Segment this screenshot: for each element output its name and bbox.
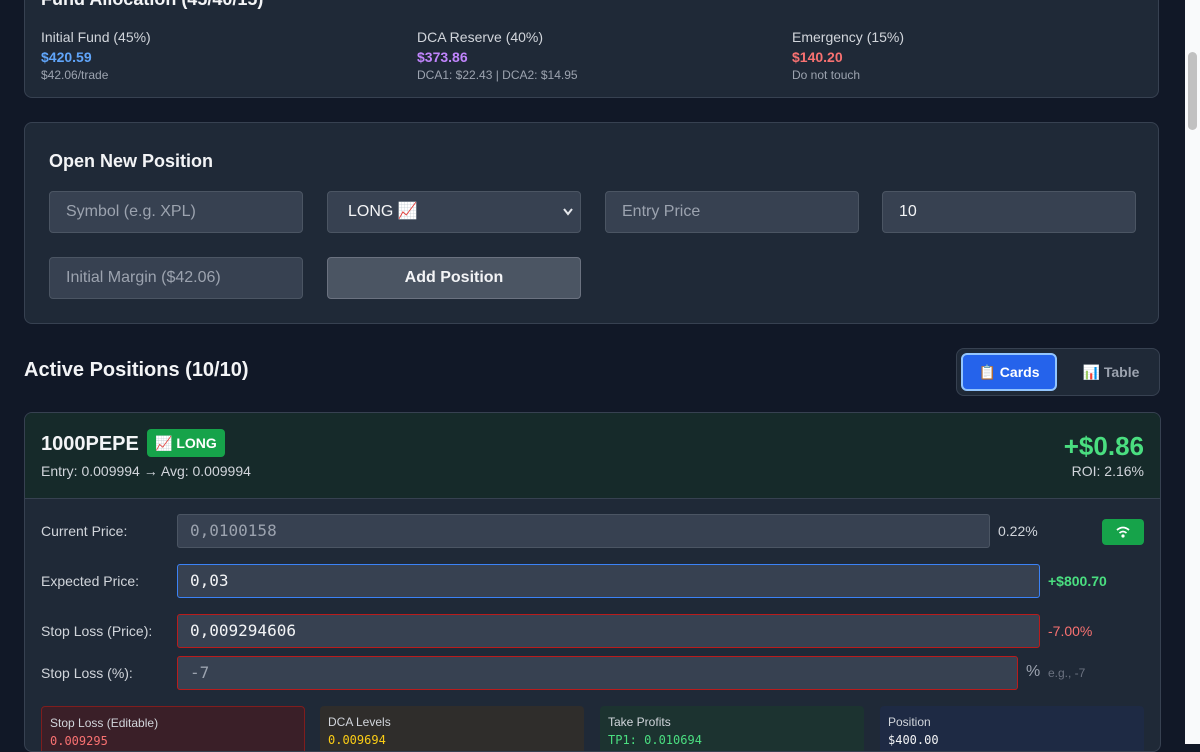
side-select-value: LONG 📈 — [348, 203, 418, 220]
expected-price-label: Expected Price: — [41, 573, 140, 589]
stop-loss-price-input[interactable]: 0,009294606 — [177, 614, 1040, 648]
fund-allocation-title: Fund Allocation (45/40/15) — [41, 0, 263, 10]
stop-loss-price-label: Stop Loss (Price): — [41, 623, 153, 639]
table-view-button[interactable]: 📊 Table — [1065, 353, 1157, 391]
initial-fund-label: Initial Fund (45%) — [41, 29, 151, 45]
take-profits-value: TP1: 0.010694 — [608, 733, 702, 747]
dca-levels-box: DCA Levels 0.009694 — [320, 706, 584, 751]
stop-loss-percent-input[interactable]: -7 — [177, 656, 1018, 690]
initial-fund-sub: $42.06/trade — [41, 68, 109, 82]
stop-loss-pct-change: -7.00% — [1048, 623, 1093, 639]
stop-loss-box-label: Stop Loss (Editable) — [50, 716, 159, 730]
position-size-label: Position — [888, 715, 931, 729]
position-size-box: Position $400.00 — [880, 706, 1144, 751]
dca-levels-value: 0.009694 — [328, 733, 386, 747]
take-profits-label: Take Profits — [608, 715, 671, 729]
emergency-amount: $140.20 — [792, 49, 843, 65]
position-size-value: $400.00 — [888, 733, 939, 747]
dca-reserve: DCA Reserve (40%) $373.86 DCA1: $22.43 |… — [417, 29, 578, 82]
active-positions-title: Active Positions (10/10) — [24, 359, 249, 381]
open-position-title: Open New Position — [49, 151, 214, 171]
expected-profit: +$800.70 — [1048, 573, 1107, 589]
entry-price-input[interactable]: Entry Price — [605, 191, 859, 233]
current-price-input[interactable]: 0,0100158 — [177, 514, 990, 548]
open-position-panel: Open New Position Symbol (e.g. XPL) LONG… — [24, 122, 1159, 324]
page-scrollbar[interactable] — [1185, 0, 1200, 744]
emergency-fund: Emergency (15%) $140.20 Do not touch — [792, 29, 904, 82]
add-position-button[interactable]: Add Position — [327, 257, 581, 299]
position-card-header: 1000PEPE 📈 LONG Entry: 0.009994 → Avg: 0… — [25, 413, 1160, 499]
position-card: 1000PEPE 📈 LONG Entry: 0.009994 → Avg: 0… — [24, 412, 1161, 752]
stop-loss-box: Stop Loss (Editable) 0.009295 — [41, 706, 305, 751]
emergency-label: Emergency (15%) — [792, 29, 905, 45]
take-profits-box: Take Profits TP1: 0.010694 — [600, 706, 864, 751]
view-toggle: 📋 Cards 📊 Table — [956, 348, 1160, 396]
position-roi: ROI: 2.16% — [1071, 463, 1144, 479]
stop-loss-box-value: 0.009295 — [50, 734, 108, 748]
position-symbol: 1000PEPE — [41, 433, 139, 455]
percent-unit: % — [1026, 663, 1041, 680]
entry-average-line: Entry: 0.009994 → Avg: 0.009994 — [41, 463, 251, 479]
wifi-icon — [1102, 526, 1144, 549]
dca-reserve-sub: DCA1: $22.43 | DCA2: $14.95 — [417, 68, 578, 82]
live-price-button[interactable] — [1102, 519, 1144, 545]
leverage-input[interactable]: 10 — [882, 191, 1136, 233]
position-pnl: +$0.86 — [1063, 431, 1144, 461]
initial-fund: Initial Fund (45%) $420.59 $42.06/trade — [41, 29, 151, 82]
stop-loss-percent-label: Stop Loss (%): — [41, 665, 133, 681]
initial-margin-input[interactable]: Initial Margin ($42.06) — [49, 257, 303, 299]
fund-allocation-panel: Fund Allocation (45/40/15) Initial Fund … — [24, 0, 1159, 98]
current-price-label: Current Price: — [41, 523, 128, 539]
cards-view-button[interactable]: 📋 Cards — [961, 353, 1057, 391]
side-select[interactable]: LONG 📈 — [327, 191, 581, 233]
dca-reserve-amount: $373.86 — [417, 49, 468, 65]
chevron-down-icon — [562, 192, 574, 247]
expected-price-input[interactable]: 0,03 — [177, 564, 1040, 598]
emergency-sub: Do not touch — [792, 68, 861, 82]
scroll-thumb[interactable] — [1188, 52, 1197, 130]
initial-fund-amount: $420.59 — [41, 49, 92, 65]
stop-loss-hint: e.g., -7 — [1048, 666, 1086, 680]
current-price-change: 0.22% — [998, 523, 1038, 539]
side-badge: 📈 LONG — [147, 429, 225, 457]
symbol-input[interactable]: Symbol (e.g. XPL) — [49, 191, 303, 233]
dca-levels-label: DCA Levels — [328, 715, 391, 729]
dca-reserve-label: DCA Reserve (40%) — [417, 29, 544, 45]
